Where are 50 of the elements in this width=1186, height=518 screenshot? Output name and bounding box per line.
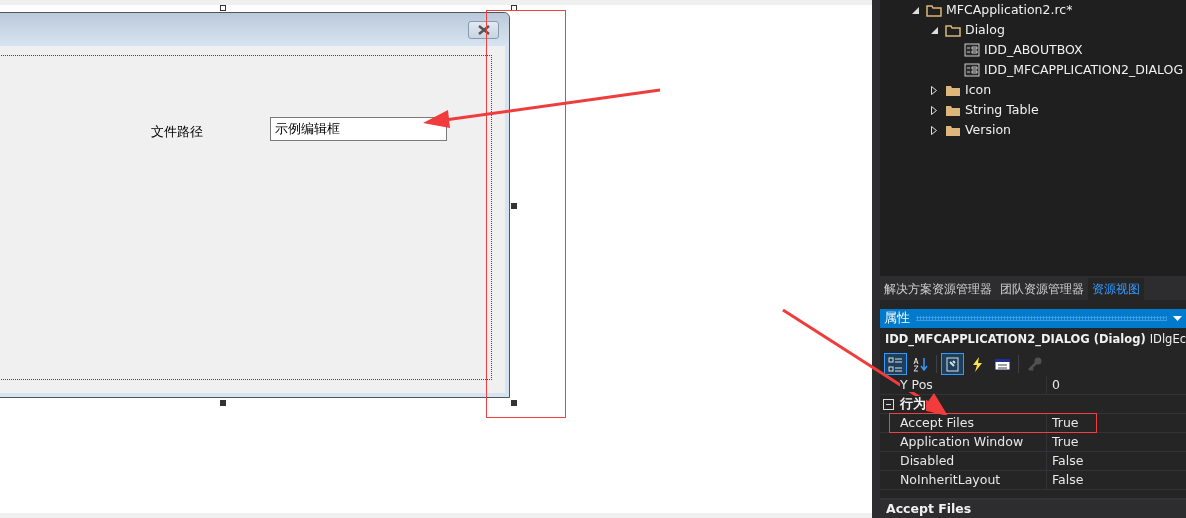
collapse-icon[interactable] bbox=[930, 26, 938, 34]
resize-handle[interactable] bbox=[220, 5, 226, 11]
property-value[interactable]: False bbox=[1052, 472, 1084, 487]
property-value[interactable]: True bbox=[1052, 434, 1079, 449]
property-value[interactable]: False bbox=[1052, 453, 1084, 468]
property-value[interactable]: True bbox=[1052, 415, 1079, 430]
object-class: IDlgEc bbox=[1149, 331, 1186, 349]
panel-tab[interactable]: 团队资源管理器 bbox=[996, 278, 1088, 300]
close-icon bbox=[476, 25, 491, 35]
dialog-resource-icon bbox=[964, 43, 980, 57]
category-label: 行为 bbox=[900, 396, 926, 411]
resize-handle[interactable] bbox=[220, 400, 226, 406]
expand-icon[interactable] bbox=[931, 85, 937, 95]
property-name[interactable]: Disabled bbox=[900, 453, 955, 468]
tree-item[interactable]: Dialog bbox=[965, 20, 1005, 40]
resize-handle[interactable] bbox=[511, 5, 517, 11]
panel-tab[interactable]: 资源视图 bbox=[1088, 278, 1144, 300]
folder-icon bbox=[945, 123, 961, 137]
resize-handle[interactable] bbox=[511, 400, 517, 406]
static-text: 文件路径 bbox=[151, 123, 203, 141]
object-name: IDD_MFCAPPLICATION2_DIALOG (Dialog) bbox=[885, 331, 1146, 349]
description-title: Accept Files bbox=[880, 498, 1186, 518]
tree-item[interactable]: Version bbox=[965, 120, 1011, 140]
collapse-icon[interactable] bbox=[883, 398, 894, 410]
edit-field[interactable]: 示例编辑框 bbox=[270, 117, 447, 141]
expand-icon[interactable] bbox=[931, 125, 937, 135]
folder-icon bbox=[945, 83, 961, 97]
property-name[interactable]: Application Window bbox=[900, 434, 1024, 449]
dialog-resource-icon bbox=[964, 63, 980, 77]
tree-item[interactable]: IDD_MFCAPPLICATION2_DIALOG bbox=[984, 60, 1184, 80]
expand-icon[interactable] bbox=[931, 105, 937, 115]
dropdown-icon[interactable] bbox=[1173, 315, 1182, 322]
folder-icon bbox=[926, 3, 942, 17]
tree-item[interactable]: String Table bbox=[965, 100, 1039, 120]
property-value[interactable]: 0 bbox=[1052, 377, 1060, 392]
categorized-icon[interactable] bbox=[884, 353, 907, 375]
folder-icon bbox=[945, 23, 961, 37]
tree-item[interactable]: Icon bbox=[965, 80, 992, 100]
property-name[interactable]: Accept Files bbox=[900, 415, 974, 430]
close-button[interactable] bbox=[468, 21, 499, 39]
collapse-icon[interactable] bbox=[911, 6, 919, 14]
panel-title: 属性 bbox=[884, 309, 910, 328]
resize-handle[interactable] bbox=[511, 203, 517, 209]
property-name[interactable]: NoInheritLayout bbox=[900, 472, 1001, 487]
tree-item[interactable]: IDD_ABOUTBOX bbox=[984, 40, 1083, 60]
property-name[interactable]: Y Pos bbox=[900, 377, 933, 392]
tree-item[interactable]: MFCApplication2.rc* bbox=[946, 0, 1073, 20]
panel-tab[interactable]: 解决方案资源管理器 bbox=[880, 278, 996, 300]
property-pages-icon[interactable] bbox=[941, 353, 964, 375]
folder-icon bbox=[945, 103, 961, 117]
